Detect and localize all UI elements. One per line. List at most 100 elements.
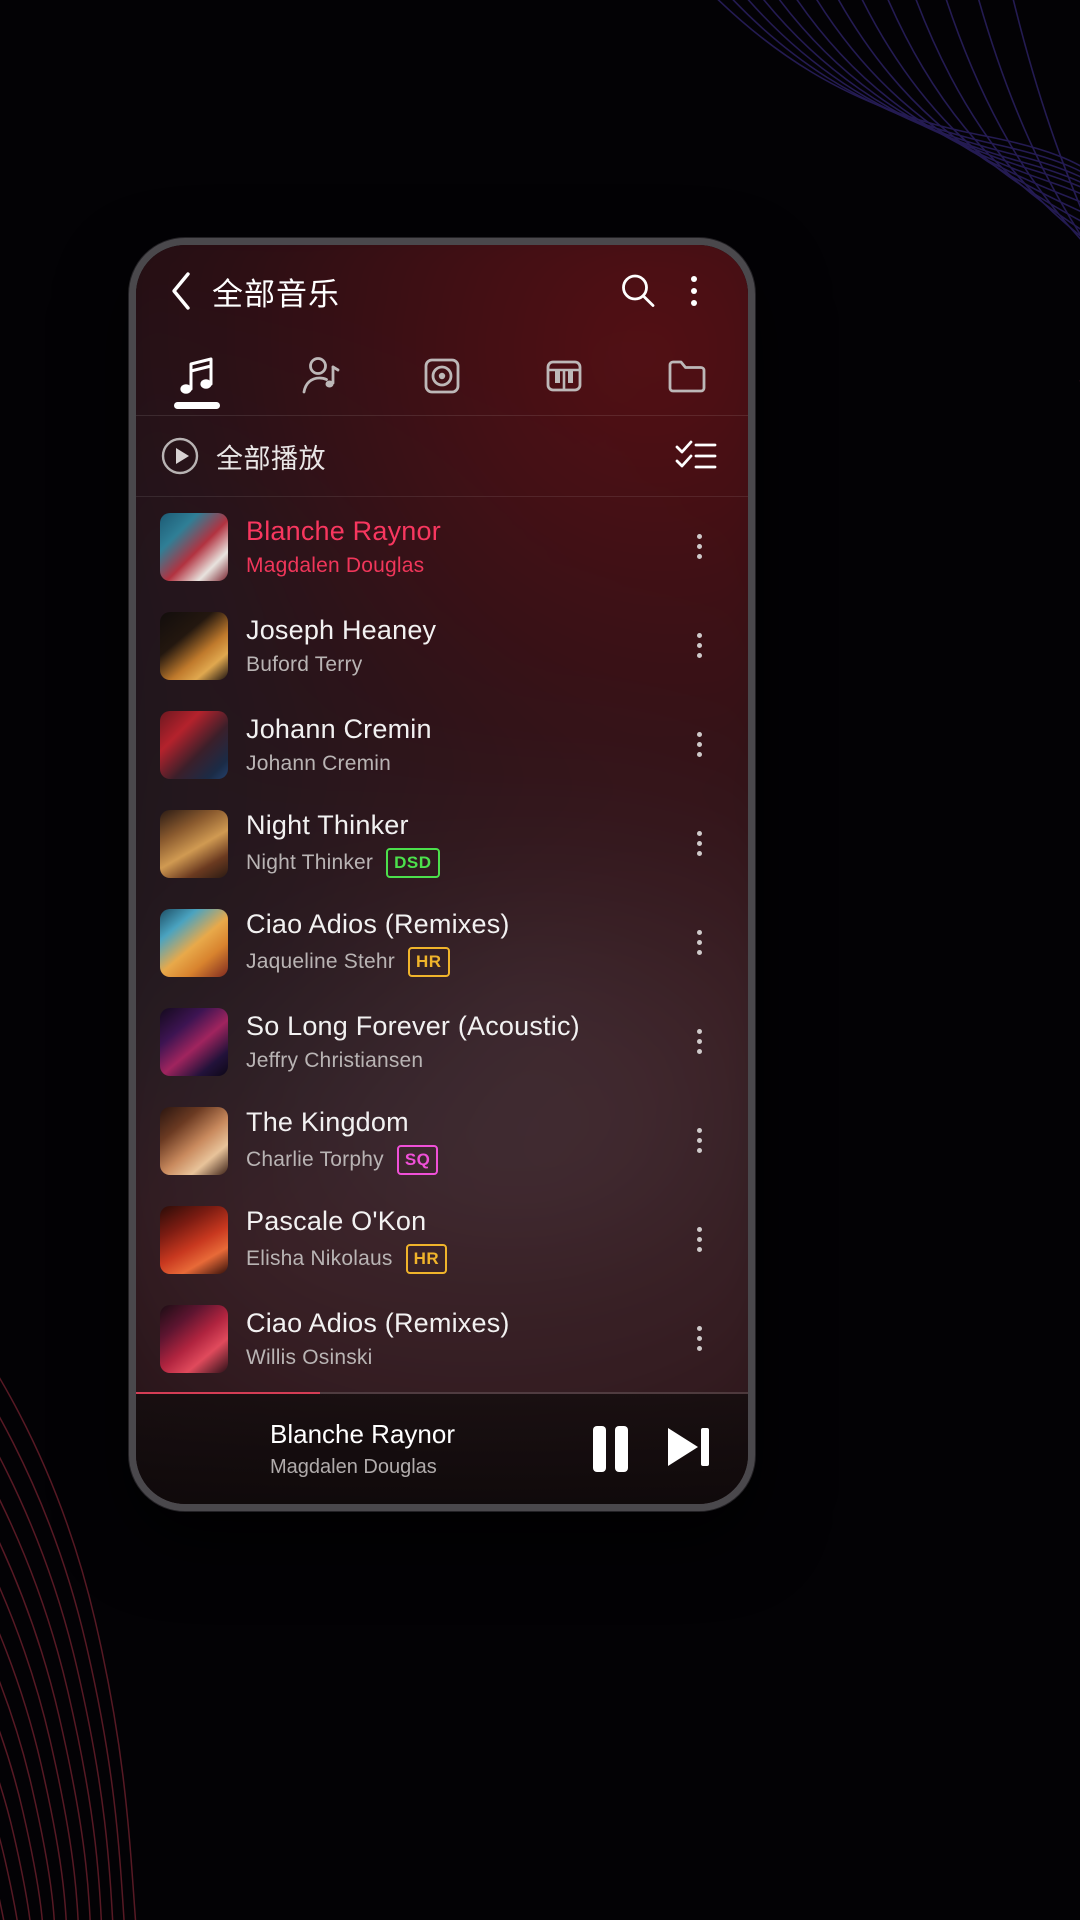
folder-icon [668,360,706,393]
song-overflow-button[interactable] [672,831,726,856]
more-vertical-icon [696,1237,702,1242]
phone-screen: 全部音乐 全部播放 Blanche Raynor Magdalen Dougla… [136,245,748,1504]
more-vertical-icon [696,930,702,935]
more-vertical-icon [696,752,702,757]
song-title: Night Thinker [246,809,409,840]
song-overflow-button[interactable] [672,534,726,559]
song-overflow-button[interactable] [672,1326,726,1351]
song-row[interactable]: Blanche Raynor Magdalen Douglas [136,497,748,596]
song-artist: Magdalen Douglas [246,553,425,577]
song-row[interactable]: Ciao Adios (Remixes) Willis Osinski [136,1289,748,1388]
song-artwork [160,1007,228,1076]
checklist-icon [675,440,717,469]
more-vertical-icon [696,1148,702,1153]
app-header: 全部音乐 [136,245,748,337]
quality-badge: HR [407,946,450,977]
playback-progress-bar[interactable] [136,1392,748,1394]
song-row[interactable]: So Long Forever (Acoustic) Jeffry Christi… [136,992,748,1091]
artwork-image [160,611,228,680]
song-meta: Night Thinker Night Thinker DSD [246,810,672,878]
now-playing-artist: Magdalen Douglas [270,1456,437,1478]
skip-next-icon [668,1427,709,1466]
song-row[interactable]: Joseph Heaney Buford Terry [136,596,748,695]
more-vertical-icon [696,633,702,638]
song-artist: Night Thinker [246,850,374,874]
song-meta: Joseph Heaney Buford Terry [246,615,672,677]
tab-albums[interactable] [381,337,503,415]
quality-badge: SQ [396,1144,439,1175]
mini-player: Blanche Raynor Magdalen Douglas [136,1392,748,1504]
song-title: The Kingdom [246,1106,409,1137]
now-playing-artwork[interactable] [162,1410,240,1488]
more-vertical-icon [696,732,702,737]
pause-icon [593,1426,606,1472]
song-overflow-button[interactable] [672,1029,726,1054]
song-subtitle-line: Jeffry Christiansen [246,1049,672,1073]
piano-icon [547,360,582,392]
artwork-image [160,1304,228,1373]
song-row[interactable]: Johann Cremin Johann Cremin [136,695,748,794]
song-subtitle-line: Magdalen Douglas [246,554,672,578]
song-artwork [160,1205,228,1274]
song-list[interactable]: Blanche Raynor Magdalen Douglas Joseph Hea… [136,497,748,1392]
multi-select-button[interactable] [668,428,724,484]
artwork-image [160,512,228,581]
more-vertical-icon [696,742,702,747]
more-vertical-icon [696,831,702,836]
more-vertical-icon [696,653,702,658]
song-title: Pascale O'Kon [246,1205,427,1236]
more-vertical-icon [696,534,702,539]
back-button[interactable] [160,270,202,312]
more-vertical-icon [696,1128,702,1133]
song-row[interactable]: Ciao Adios (Remixes) Jaqueline Stehr HR [136,893,748,992]
song-title: So Long Forever (Acoustic) [246,1010,580,1041]
playback-progress-fill [136,1392,320,1394]
next-button[interactable] [662,1422,714,1477]
music-note-icon [180,357,213,394]
song-overflow-button[interactable] [672,1128,726,1153]
song-overflow-button[interactable] [672,930,726,955]
search-icon [622,274,655,307]
song-subtitle-line: Night Thinker DSD [246,847,672,878]
now-playing-meta[interactable]: Blanche Raynor Magdalen Douglas [270,1419,593,1479]
more-vertical-icon [696,1029,702,1034]
search-button[interactable] [610,263,666,319]
more-vertical-icon [696,1336,702,1341]
song-overflow-button[interactable] [672,1227,726,1252]
song-artist: Jaqueline Stehr [246,949,395,973]
artwork-image [160,1007,228,1076]
tab-artists[interactable] [258,337,380,415]
song-title: Ciao Adios (Remixes) [246,1307,510,1338]
chevron-left-icon [172,272,190,310]
play-all-label: 全部播放 [216,443,326,474]
song-overflow-button[interactable] [672,633,726,658]
song-artwork [160,512,228,581]
song-subtitle-line: Elisha Nikolaus HR [246,1243,672,1274]
tab-folders[interactable] [626,337,748,415]
song-meta: Ciao Adios (Remixes) Willis Osinski [246,1308,672,1370]
song-subtitle-line: Jaqueline Stehr HR [246,946,672,977]
overflow-menu-button[interactable] [666,263,722,319]
song-row[interactable]: Night Thinker Night Thinker DSD [136,794,748,893]
tab-genres[interactable] [503,337,625,415]
artwork-image [160,1106,228,1175]
phone-device-frame: 全部音乐 全部播放 Blanche Raynor Magdalen Dougla… [129,238,755,1511]
pause-button[interactable] [593,1426,628,1472]
song-title: Joseph Heaney [246,614,437,645]
quality-badge: HR [405,1243,448,1274]
song-artist: Charlie Torphy [246,1147,384,1171]
song-artwork [160,611,228,680]
library-tab-bar [136,337,748,415]
play-all-button[interactable]: 全部播放 [160,436,326,476]
song-overflow-button[interactable] [672,732,726,757]
more-vertical-icon [691,276,697,306]
song-row[interactable]: Pascale O'Kon Elisha Nikolaus HR [136,1190,748,1289]
song-row[interactable]: The Kingdom Charlie Torphy SQ [136,1091,748,1190]
play-circle-icon [161,437,199,475]
artwork-image [160,908,228,977]
more-vertical-icon [696,544,702,549]
song-meta: The Kingdom Charlie Torphy SQ [246,1107,672,1175]
song-artist: Elisha Nikolaus [246,1246,393,1270]
tab-songs[interactable] [136,337,258,415]
more-vertical-icon [696,1138,702,1143]
